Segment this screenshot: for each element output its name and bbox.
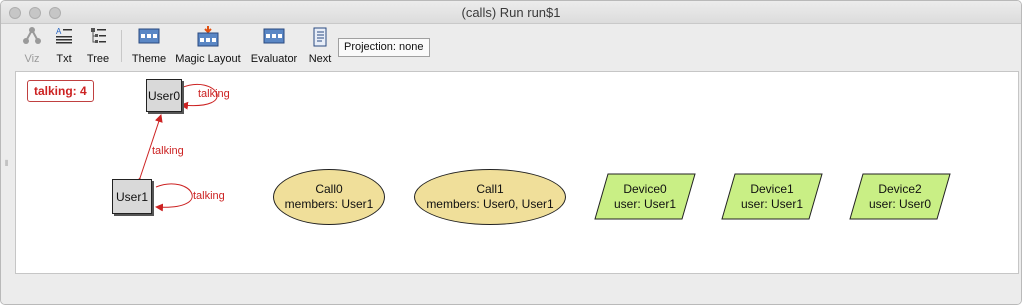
device2-title: Device2: [878, 181, 922, 196]
talking-count-badge: talking: 4: [27, 80, 94, 102]
edge-label: talking: [193, 190, 225, 202]
call0-detail: members: User1: [284, 197, 374, 211]
user1-node[interactable]: User1: [112, 179, 152, 214]
app-window: (calls) Run run$1 Viz A Txt Tree Theme M…: [0, 0, 1022, 305]
edge-label: talking: [198, 88, 230, 100]
call1-node[interactable]: Call1 members: User0, User1: [414, 169, 566, 225]
call0-title: Call0: [315, 182, 343, 196]
device2-detail: user: User0: [868, 196, 932, 211]
call1-detail: members: User0, User1: [426, 197, 554, 211]
user0-node[interactable]: User0: [146, 79, 182, 112]
device1-title: Device1: [750, 181, 794, 196]
device0-title: Device0: [623, 181, 667, 196]
device1-detail: user: User1: [740, 196, 804, 211]
device0-detail: user: User1: [613, 196, 677, 211]
device1-node[interactable]: Device1 user: User1: [721, 173, 823, 220]
device2-node[interactable]: Device2 user: User0: [849, 173, 951, 220]
call1-title: Call1: [476, 182, 504, 196]
call0-node[interactable]: Call0 members: User1: [273, 169, 385, 225]
user1-self-edge: [155, 183, 193, 212]
edge-label: talking: [152, 145, 184, 157]
device0-node[interactable]: Device0 user: User1: [594, 173, 696, 220]
status-bar: [1, 277, 1021, 304]
